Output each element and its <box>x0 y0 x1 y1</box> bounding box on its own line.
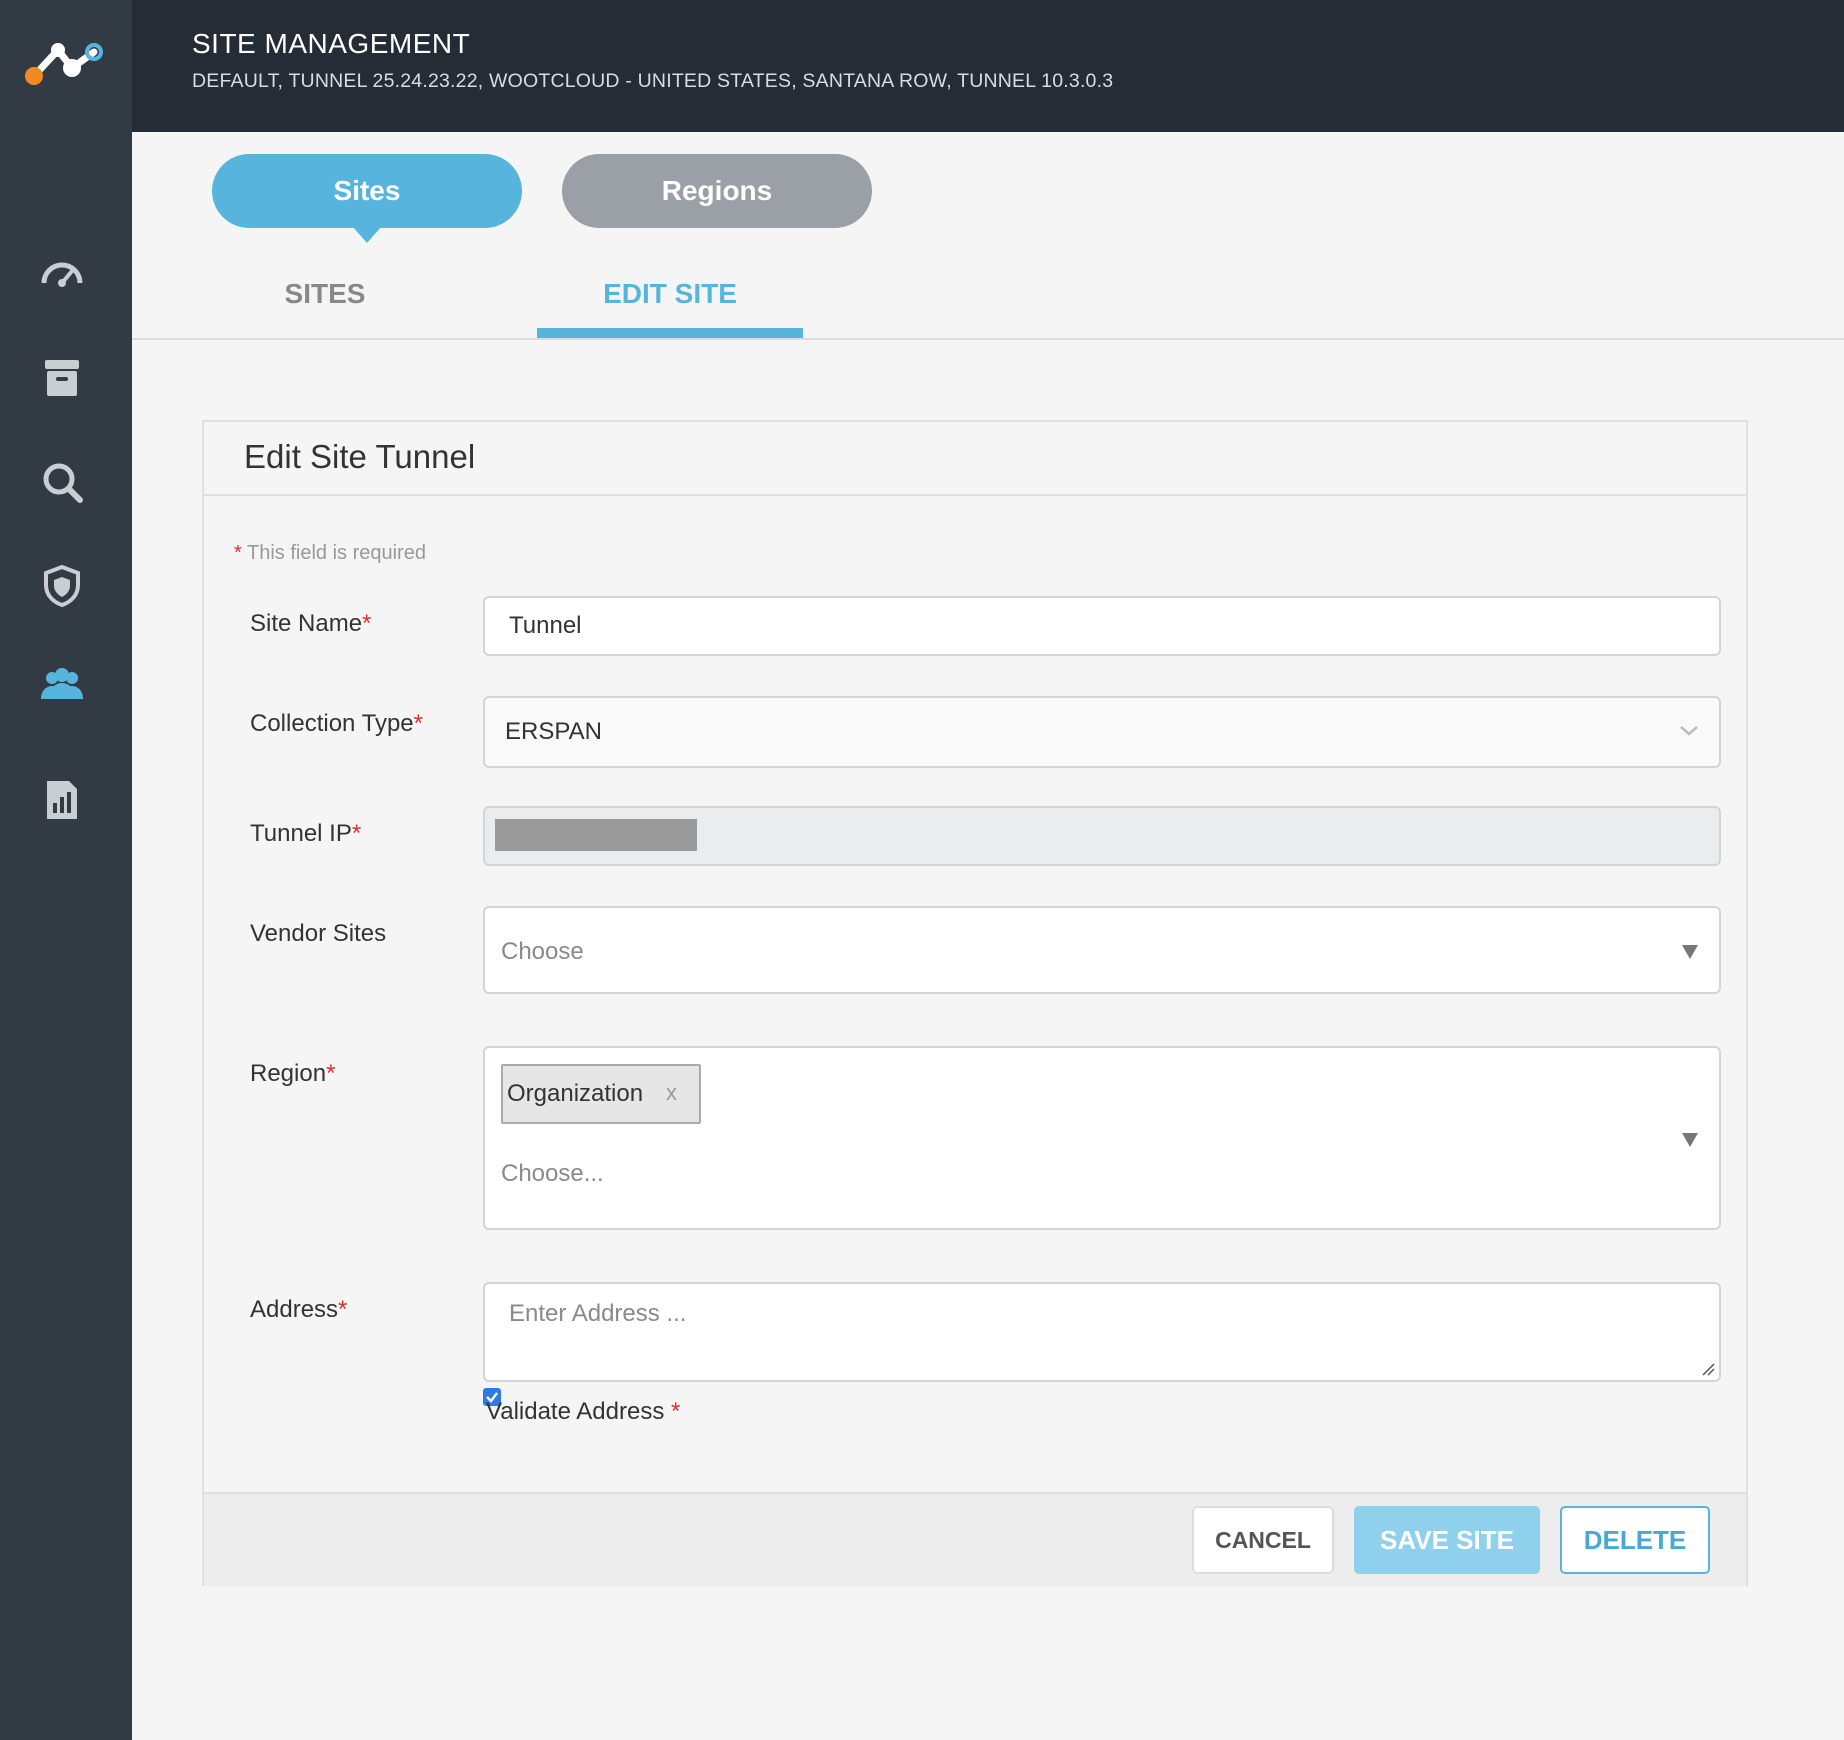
required-note-text: This field is required <box>247 542 426 564</box>
vendor-sites-label: Vendor Sites <box>250 920 387 947</box>
remove-tag-icon[interactable]: x <box>666 1080 677 1106</box>
triangle-down-icon <box>1681 1132 1699 1153</box>
region-label: Region* <box>250 1060 335 1088</box>
report-icon[interactable] <box>30 768 94 832</box>
region-label-text: Region <box>250 1060 327 1087</box>
address-label-text: Address <box>250 1296 339 1323</box>
site-name-input[interactable]: Tunnel <box>483 596 1721 656</box>
required-note: * This field is required <box>234 542 426 565</box>
triangle-down-icon <box>1681 944 1699 965</box>
tab-sites[interactable]: SITES <box>192 278 458 338</box>
archive-icon[interactable] <box>30 346 94 410</box>
validate-address-text: Validate Address <box>486 1398 665 1425</box>
collection-type-label-text: Collection Type <box>250 710 414 737</box>
collection-type-label: Collection Type* <box>250 710 423 738</box>
page-title: SITE MANAGEMENT <box>192 28 471 59</box>
regions-pill-tab[interactable]: Regions <box>562 154 872 228</box>
region-multiselect[interactable]: Organization x Choose... <box>483 1046 1721 1230</box>
tunnel-ip-label-text: Tunnel IP <box>250 820 352 847</box>
sidebar <box>0 0 132 1740</box>
collection-type-select[interactable]: ERSPAN <box>483 696 1721 768</box>
required-star: * <box>671 1398 681 1425</box>
active-tab-indicator <box>537 328 803 338</box>
gauge-icon[interactable] <box>30 244 94 308</box>
validate-address-label: Validate Address * <box>486 1398 680 1426</box>
region-tag: Organization x <box>501 1064 701 1124</box>
vendor-sites-select[interactable]: Choose <box>483 906 1721 994</box>
collection-type-value: ERSPAN <box>505 718 602 745</box>
address-textarea[interactable]: Enter Address ... <box>483 1282 1721 1382</box>
site-name-label: Site Name* <box>250 610 371 638</box>
page-header: SITE MANAGEMENT DEFAULT, TUNNEL 25.24.23… <box>132 0 1844 132</box>
edit-site-panel: Edit Site Tunnel * This field is require… <box>202 420 1748 1586</box>
vendor-sites-placeholder: Choose <box>501 938 584 965</box>
required-star: * <box>351 820 362 847</box>
search-icon[interactable] <box>30 450 94 514</box>
site-name-label-text: Site Name <box>250 610 363 637</box>
site-name-value: Tunnel <box>509 612 582 639</box>
region-tag-label: Organization <box>507 1080 644 1107</box>
save-site-button[interactable]: SAVE SITE <box>1354 1506 1540 1574</box>
tunnel-ip-label: Tunnel IP* <box>250 820 361 848</box>
address-label: Address* <box>250 1296 347 1324</box>
tunnel-ip-input <box>483 806 1721 866</box>
redacted-ip <box>495 819 697 851</box>
required-star: * <box>413 710 423 737</box>
tab-divider <box>132 338 1844 340</box>
cancel-button[interactable]: CANCEL <box>1192 1506 1334 1574</box>
required-star: * <box>338 1296 348 1323</box>
sites-pill-tab[interactable]: Sites <box>212 154 522 243</box>
required-star: * <box>234 542 242 564</box>
resize-handle-icon[interactable] <box>1701 1362 1715 1376</box>
address-placeholder: Enter Address ... <box>509 1300 687 1327</box>
panel-title: Edit Site Tunnel <box>244 438 476 475</box>
required-star: * <box>326 1060 336 1087</box>
panel-footer: CANCEL SAVE SITE DELETE <box>204 1492 1746 1586</box>
chevron-down-icon <box>1679 724 1699 742</box>
delete-button[interactable]: DELETE <box>1560 1506 1710 1574</box>
required-star: * <box>362 610 372 637</box>
region-placeholder[interactable]: Choose... <box>501 1160 604 1188</box>
shield-icon[interactable] <box>30 554 94 618</box>
panel-header: Edit Site Tunnel <box>204 422 1746 496</box>
users-icon[interactable] <box>30 654 94 718</box>
breadcrumb: DEFAULT, TUNNEL 25.24.23.22, WOOTCLOUD -… <box>192 70 1114 92</box>
app-logo[interactable] <box>20 38 104 86</box>
